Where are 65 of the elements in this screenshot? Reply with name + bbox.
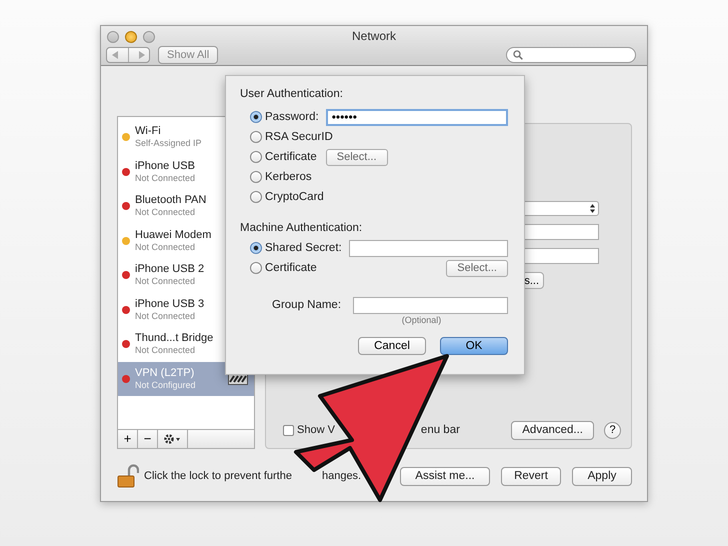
footer-button[interactable]: Apply bbox=[572, 466, 632, 486]
radio-button[interactable] bbox=[250, 242, 262, 254]
option-label: Shared Secret: bbox=[265, 242, 342, 254]
service-status: Not Connected bbox=[135, 172, 196, 184]
service-name: Wi-Fi bbox=[135, 125, 162, 138]
list-button[interactable]: − bbox=[138, 430, 158, 448]
footer-button[interactable]: Revert bbox=[501, 466, 561, 486]
optional-hint: (Optional) bbox=[400, 315, 442, 325]
service-name: iPhone USB bbox=[135, 160, 196, 173]
checkbox[interactable] bbox=[283, 424, 294, 436]
help-button[interactable]: ? bbox=[604, 422, 621, 438]
section-heading: User Authentication: bbox=[240, 88, 344, 102]
forward-icon bbox=[138, 51, 144, 59]
advanced-button[interactable]: Advanced... bbox=[511, 420, 594, 440]
dialog-button[interactable]: OK bbox=[440, 337, 508, 355]
gear-icon bbox=[162, 433, 182, 445]
service-status: Not Connected bbox=[135, 345, 196, 356]
service-status: Self-Assigned IP bbox=[135, 138, 203, 150]
service-status: Not Connected bbox=[135, 310, 196, 322]
select-button[interactable]: Select... bbox=[326, 148, 388, 166]
service-name: VPN (L2TP) bbox=[135, 366, 196, 380]
service-name: iPhone USB 2 bbox=[135, 263, 206, 276]
zoom-button[interactable] bbox=[143, 31, 155, 43]
radio-button[interactable] bbox=[250, 151, 262, 163]
group-name-field[interactable] bbox=[353, 296, 508, 314]
option-label: Kerberos bbox=[265, 171, 312, 183]
radio-button[interactable] bbox=[250, 131, 262, 143]
group-name-label: Group Name: bbox=[272, 299, 342, 311]
option-label: CryptoCard bbox=[265, 191, 324, 203]
checkbox-label: enu bar bbox=[420, 424, 460, 436]
service-name: Bluetooth PAN bbox=[135, 194, 208, 208]
service-status: Not Connected bbox=[135, 207, 196, 218]
radio-button[interactable] bbox=[250, 191, 262, 203]
option-label: Certificate bbox=[265, 151, 317, 163]
back-forward-control[interactable] bbox=[106, 47, 150, 63]
radio-button[interactable] bbox=[250, 111, 262, 123]
service-status: Not Configured bbox=[135, 380, 197, 391]
lock-hint-text: Click the lock to prevent furthe bbox=[144, 470, 292, 482]
shared-secret-field[interactable] bbox=[348, 240, 508, 256]
checkbox-label: Show V bbox=[297, 424, 335, 436]
service-status: Not Connected bbox=[135, 276, 196, 288]
service-name: iPhone USB 3 bbox=[135, 298, 206, 311]
search-icon bbox=[513, 50, 523, 60]
option-label: Password: bbox=[265, 111, 319, 123]
list-button[interactable]: + bbox=[118, 430, 138, 448]
radio-button[interactable] bbox=[250, 262, 262, 274]
footer-button[interactable]: Assist me... bbox=[400, 466, 490, 486]
password-field[interactable]: •••••• bbox=[326, 108, 508, 126]
minimize-button[interactable] bbox=[125, 31, 137, 43]
search-field[interactable] bbox=[506, 47, 636, 63]
radio-button[interactable] bbox=[250, 171, 262, 183]
service-name: Huawei Modem bbox=[135, 228, 212, 242]
lock-hint-text: hanges. bbox=[322, 470, 362, 482]
section-heading: Machine Authentication: bbox=[240, 222, 364, 236]
window-title: Network bbox=[352, 29, 396, 43]
up-down-arrows-icon bbox=[590, 204, 595, 213]
close-button[interactable] bbox=[107, 31, 119, 43]
select-button[interactable]: Select... bbox=[446, 260, 508, 276]
dialog-button[interactable]: Cancel bbox=[358, 337, 426, 355]
padlock-icon[interactable] bbox=[117, 464, 139, 488]
option-label: Certificate bbox=[265, 262, 317, 274]
option-label: RSA SecurID bbox=[265, 131, 333, 143]
service-status: Not Connected bbox=[135, 242, 196, 253]
service-name: Thund...t Bridge bbox=[135, 332, 214, 346]
back-icon bbox=[112, 51, 118, 59]
